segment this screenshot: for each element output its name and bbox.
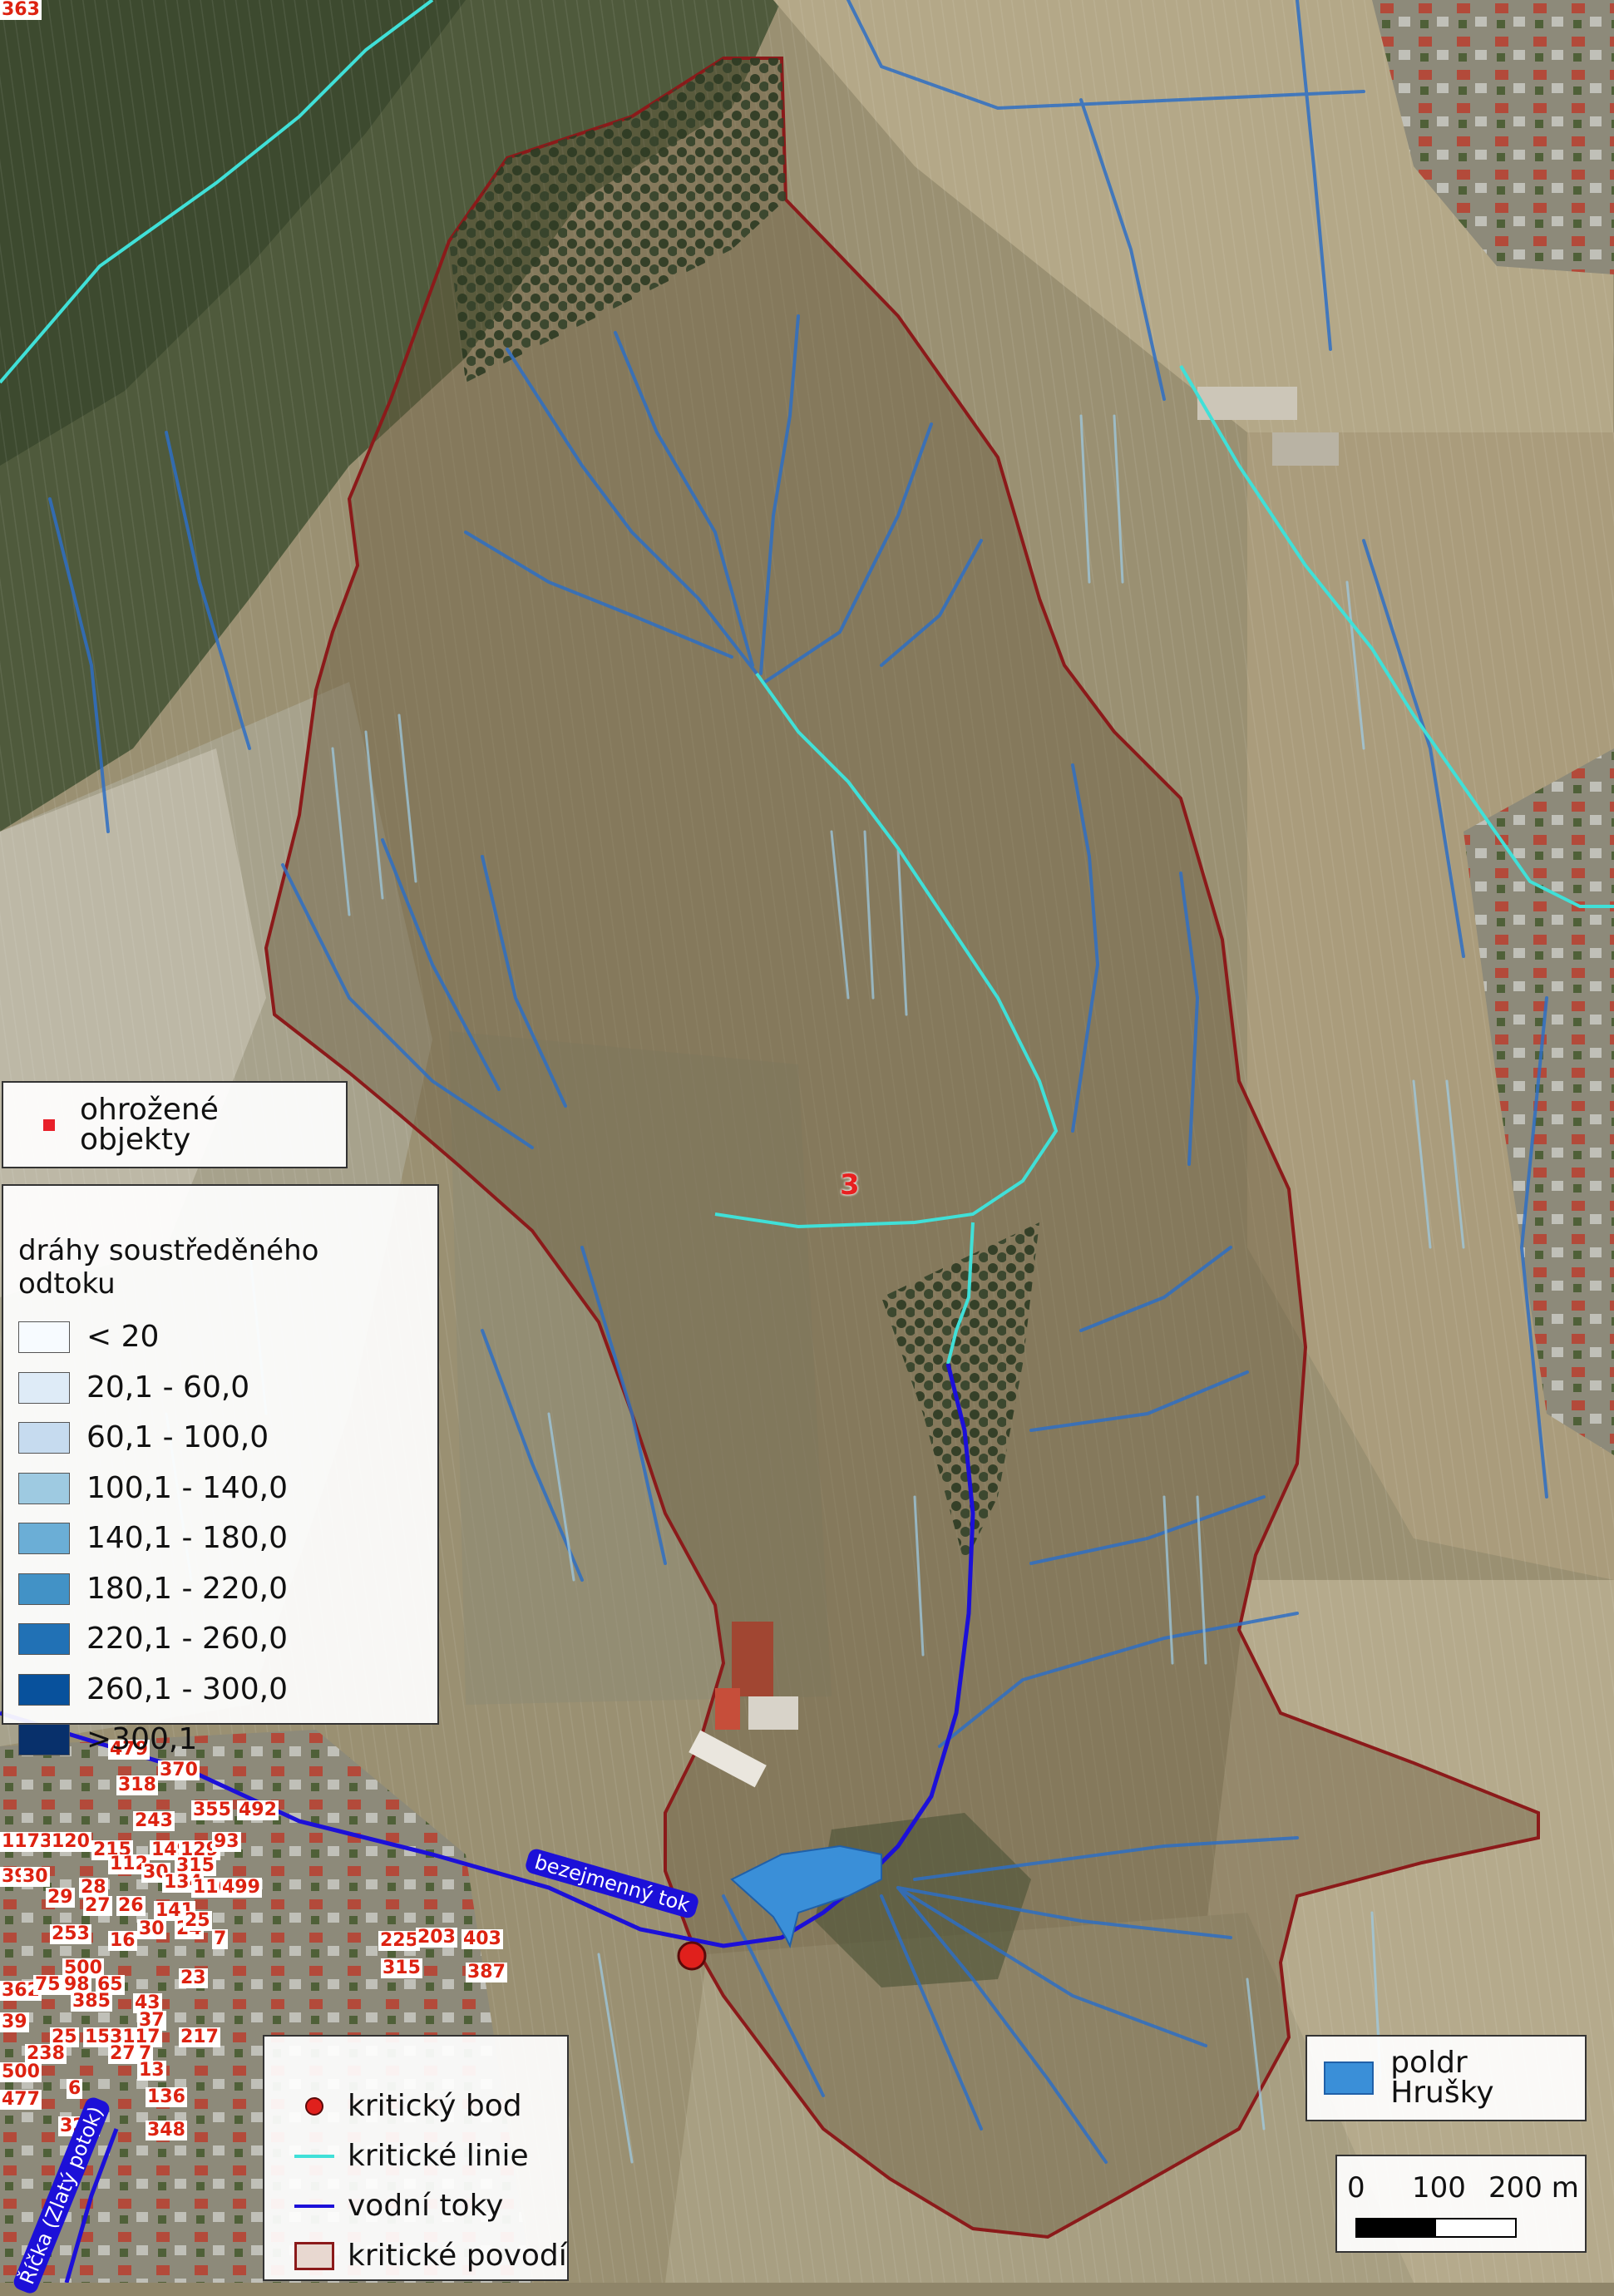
runoff-class-swatch <box>18 1673 70 1706</box>
critical-lines-symbol <box>294 2155 334 2158</box>
runoff-class-swatch <box>18 1422 70 1454</box>
legend-item-label: vodní toky <box>348 2189 504 2223</box>
polder-symbol <box>1324 2061 1375 2095</box>
threatened-object-marker[interactable]: 477 <box>0 2090 42 2110</box>
threatened-object-marker[interactable]: 243 <box>133 1811 175 1831</box>
critical-point-symbol <box>294 2097 334 2116</box>
runoff-class-label: 140,1 - 180,0 <box>86 1521 288 1556</box>
runoff-class-label: 20,1 - 60,0 <box>86 1370 250 1405</box>
threatened-object-marker[interactable]: 26 <box>116 1896 146 1916</box>
runoff-class-label: 260,1 - 300,0 <box>86 1671 288 1706</box>
runoff-class-label: 60,1 - 100,0 <box>86 1420 269 1455</box>
legend-threatened-label: ohrožené objekty <box>80 1092 219 1157</box>
threatened-object-marker[interactable]: 355 <box>191 1800 233 1820</box>
threatened-object-marker[interactable]: 29 <box>46 1888 75 1908</box>
legend-polder: poldr Hrušky <box>1306 2035 1587 2121</box>
critical-point[interactable] <box>677 1941 707 1971</box>
threatened-object-marker[interactable]: 385 <box>71 1992 112 2012</box>
threatened-object-marker[interactable]: 225 <box>378 1931 420 1951</box>
runoff-class-swatch <box>18 1321 70 1354</box>
legend-runoff-class: 20,1 - 60,0 <box>18 1363 422 1414</box>
legend-item-critical-lines: kritické linie <box>294 2131 567 2181</box>
runoff-class-label: 180,1 - 220,0 <box>86 1571 288 1606</box>
threatened-object-marker[interactable]: 7 <box>212 1929 229 1949</box>
legend-item-label: kritické linie <box>348 2139 529 2173</box>
legend-runoff-title: dráhy soustředěného odtoku <box>18 1234 319 1301</box>
runoff-class-swatch <box>18 1573 70 1605</box>
threatened-object-marker[interactable]: 136 <box>146 2087 187 2107</box>
runoff-class-label: 100,1 - 140,0 <box>86 1470 288 1505</box>
legend-runoff-class: 100,1 - 140,0 <box>18 1464 422 1514</box>
threatened-object-marker[interactable]: 6 <box>67 2079 83 2099</box>
threatened-object-marker[interactable]: 363 <box>0 0 42 20</box>
threatened-object-marker[interactable]: 500 <box>0 2062 42 2082</box>
threatened-object-marker[interactable]: 1173 <box>0 1832 55 1852</box>
threatened-object-marker[interactable]: 348 <box>146 2121 187 2140</box>
threatened-object-marker[interactable]: 16 <box>108 1931 137 1951</box>
threatened-object-marker[interactable]: 315 <box>381 1958 422 1978</box>
legend-runoff-class: 60,1 - 100,0 <box>18 1413 422 1464</box>
water-courses-symbol <box>294 2205 334 2208</box>
threatened-object-marker[interactable]: 253 <box>50 1924 91 1944</box>
threatened-object-marker[interactable]: 387 <box>466 1963 507 1982</box>
threatened-object-marker[interactable]: 492 <box>237 1800 279 1820</box>
legend-item-water-courses: vodní toky <box>294 2181 567 2231</box>
threatened-object-symbol <box>43 1118 55 1131</box>
legend-item-label: kritické povodí <box>348 2239 567 2273</box>
basin-number-label: 3 <box>840 1168 860 1202</box>
threatened-object-marker[interactable]: 23 <box>179 1968 208 1988</box>
legend-threatened-objects: ohrožené objekty <box>2 1081 348 1168</box>
legend-runoff-paths: dráhy soustředěného odtoku < 20 20,1 - 60… <box>2 1184 439 1756</box>
threatened-object-marker[interactable]: 30 <box>137 1919 166 1939</box>
scale-tick-200: 200 m <box>1488 2171 1579 2205</box>
scale-tick-100: 100 <box>1412 2171 1466 2205</box>
threatened-object-marker[interactable]: 39 <box>0 2012 29 2032</box>
threatened-object-marker[interactable]: 217 <box>179 2027 220 2047</box>
legend-item-critical-point: kritický bod <box>294 2081 567 2131</box>
scale-bar-graphic <box>1355 2218 1517 2238</box>
runoff-class-swatch <box>18 1724 70 1756</box>
threatened-object-marker[interactable]: 13 <box>137 2061 166 2081</box>
threatened-object-marker[interactable]: 318 <box>116 1775 158 1795</box>
threatened-object-marker[interactable]: 120 <box>50 1832 91 1852</box>
threatened-object-marker[interactable]: 403 <box>461 1929 503 1949</box>
legend-item-label: kritický bod <box>348 2089 522 2123</box>
scale-tick-0: 0 <box>1347 2171 1365 2205</box>
legend-item-critical-catchment: kritické povodí <box>294 2231 567 2281</box>
legend-runoff-class: 180,1 - 220,0 <box>18 1564 422 1615</box>
threatened-object-marker[interactable]: 203 <box>416 1928 457 1948</box>
legend-map-symbols: kritický bod kritické linie vodní toky krit… <box>263 2035 569 2281</box>
threatened-object-marker[interactable]: 25 <box>183 1911 212 1931</box>
threatened-object-marker[interactable]: 93 <box>212 1832 241 1852</box>
legend-polder-label: poldr Hrušky <box>1390 2046 1494 2110</box>
runoff-class-label: 220,1 - 260,0 <box>86 1622 288 1657</box>
runoff-class-label: >300,1 <box>86 1722 198 1757</box>
runoff-class-swatch <box>18 1472 70 1504</box>
runoff-class-swatch <box>18 1623 70 1656</box>
threatened-object-marker[interactable]: 75 <box>33 1975 62 1995</box>
runoff-class-swatch <box>18 1371 70 1404</box>
legend-runoff-class: >300,1 <box>18 1715 422 1765</box>
runoff-class-swatch <box>18 1523 70 1555</box>
threatened-object-marker[interactable]: 30 <box>21 1867 50 1887</box>
threatened-object-marker[interactable]: 499 <box>220 1878 262 1898</box>
legend-runoff-class: 220,1 - 260,0 <box>18 1614 422 1665</box>
scale-bar: 0 100 200 m <box>1335 2155 1587 2253</box>
threatened-object-marker[interactable]: 27 <box>108 2044 137 2064</box>
threatened-object-marker[interactable]: 27 <box>83 1896 112 1916</box>
legend-runoff-class: 140,1 - 180,0 <box>18 1513 422 1564</box>
legend-runoff-class: 260,1 - 300,0 <box>18 1665 422 1716</box>
runoff-class-label: < 20 <box>86 1320 160 1355</box>
legend-runoff-class: < 20 <box>18 1312 422 1363</box>
critical-catchment-symbol <box>294 2242 334 2270</box>
